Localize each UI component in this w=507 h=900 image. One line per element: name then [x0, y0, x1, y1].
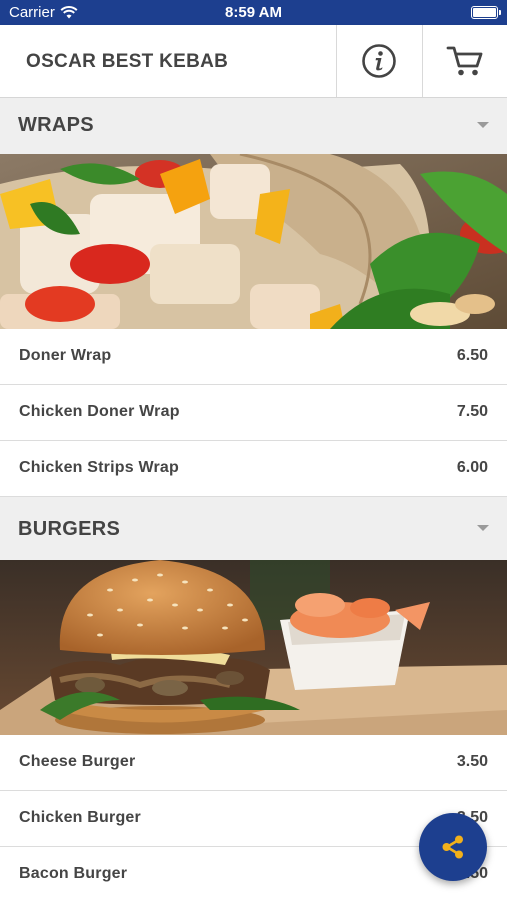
item-name: Doner Wrap	[19, 347, 112, 364]
item-name: Chicken Doner Wrap	[19, 403, 180, 420]
item-name: Chicken Burger	[19, 809, 141, 826]
chevron-down-icon	[477, 122, 489, 128]
section-title: WRAPS	[18, 114, 94, 136]
status-time: 8:59 AM	[225, 4, 282, 21]
item-price: 6.50	[456, 347, 488, 364]
app-header: OSCAR BEST KEBAB	[0, 25, 507, 98]
item-name: Cheese Burger	[19, 753, 136, 770]
status-bar: Carrier 8:59 AM	[0, 0, 507, 25]
burgers-image	[0, 560, 507, 735]
cart-button[interactable]	[422, 25, 507, 97]
info-icon	[362, 44, 396, 78]
section-header-wraps[interactable]: WRAPS	[0, 98, 507, 154]
item-price: 7.50	[456, 403, 488, 420]
item-price: 6.00	[456, 459, 488, 476]
wraps-image	[0, 154, 507, 329]
section-header-burgers[interactable]: BURGERS	[0, 497, 507, 560]
item-name: Bacon Burger	[19, 865, 128, 882]
item-name: Chicken Strips Wrap	[19, 459, 179, 476]
cart-icon	[446, 46, 483, 76]
list-item-chicken-doner-wrap[interactable]: Chicken Doner Wrap 7.50	[0, 385, 507, 441]
battery-icon	[471, 6, 501, 19]
section-title: BURGERS	[18, 518, 121, 540]
info-button[interactable]	[336, 25, 421, 97]
list-item-doner-wrap[interactable]: Doner Wrap 6.50	[0, 329, 507, 385]
item-price: 3.50	[456, 753, 488, 770]
restaurant-title: OSCAR BEST KEBAB	[26, 51, 229, 72]
chevron-down-icon	[477, 525, 489, 531]
share-button[interactable]	[419, 813, 487, 881]
list-item-chicken-strips-wrap[interactable]: Chicken Strips Wrap 6.00	[0, 441, 507, 497]
share-icon	[442, 835, 463, 859]
list-item-cheese-burger[interactable]: Cheese Burger 3.50	[0, 735, 507, 791]
